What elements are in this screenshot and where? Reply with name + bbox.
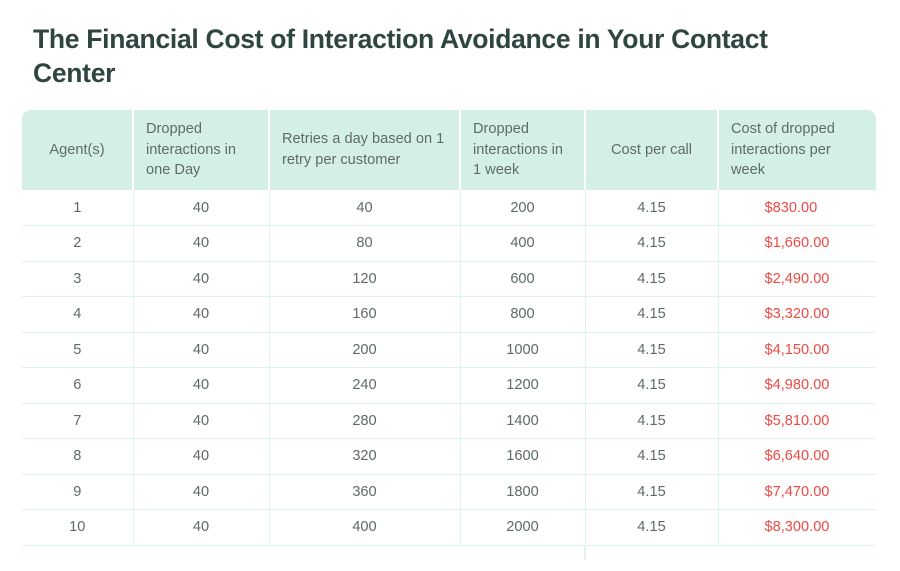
cell-retries-day: 160 <box>269 296 461 333</box>
cell-agents: 7 <box>22 403 134 439</box>
cell-retries-day: 80 <box>269 225 461 262</box>
cell-agents: 5 <box>22 332 134 368</box>
cell-cost-week: $4,980.00 <box>718 367 876 404</box>
cost-table: Agent(s) Dropped interactions in one Day… <box>22 110 876 546</box>
table-row: 3 40 120 600 4.15 $2,490.00 <box>22 261 876 297</box>
cell-cost-week: $2,490.00 <box>718 261 876 297</box>
cell-cost-week: $5,810.00 <box>718 403 876 439</box>
cell-retries-day: 400 <box>269 509 461 546</box>
cell-retries-day: 200 <box>269 332 461 368</box>
page-title: The Financial Cost of Interaction Avoida… <box>33 24 768 89</box>
cell-cost-week: $3,320.00 <box>718 296 876 333</box>
cell-retries-day: 120 <box>269 261 461 297</box>
cell-cost-per-call: 4.15 <box>585 225 719 262</box>
table-row: 4 40 160 800 4.15 $3,320.00 <box>22 296 876 333</box>
cell-cost-week: $1,660.00 <box>718 225 876 262</box>
column-header-agents: Agent(s) <box>22 110 134 190</box>
cell-retries-day: 280 <box>269 403 461 439</box>
column-header-cost-week: Cost of dropped interactions per week <box>718 110 876 190</box>
cell-agents: 2 <box>22 225 134 262</box>
column-header-cost-per-call: Cost per call <box>585 110 719 190</box>
cell-cost-per-call: 4.15 <box>585 190 719 226</box>
cell-dropped-day: 40 <box>133 190 270 226</box>
cell-cost-per-call: 4.15 <box>585 509 719 546</box>
column-header-dropped-day: Dropped interactions in one Day <box>133 110 270 190</box>
cell-dropped-week: 1000 <box>460 332 586 368</box>
cell-agents: 8 <box>22 438 134 475</box>
table-body: 1 40 40 200 4.15 $830.00 2 40 80 400 4.15 $1,660.00… <box>22 190 876 546</box>
column-header-agents-label: Agent(s) <box>49 141 105 158</box>
cell-retries-day: 360 <box>269 474 461 510</box>
cell-dropped-week: 1800 <box>460 474 586 510</box>
table-row: 7 40 280 1400 4.15 $5,810.00 <box>22 403 876 439</box>
cell-agents: 1 <box>22 190 134 226</box>
table-header: Agent(s) Dropped interactions in one Day… <box>22 110 876 190</box>
cell-cost-per-call: 4.15 <box>585 332 719 368</box>
column-header-dropped-week: Dropped interactions in 1 week <box>460 110 586 190</box>
cell-cost-per-call: 4.15 <box>585 474 719 510</box>
cell-dropped-week: 1400 <box>460 403 586 439</box>
cell-agents: 4 <box>22 296 134 333</box>
cell-dropped-week: 2000 <box>460 509 586 546</box>
cell-cost-per-call: 4.15 <box>585 296 719 333</box>
cell-cost-per-call: 4.15 <box>585 261 719 297</box>
column-header-cost-week-label: Cost of dropped interactions per week <box>731 120 835 179</box>
cell-dropped-week: 600 <box>460 261 586 297</box>
cell-cost-per-call: 4.15 <box>585 367 719 404</box>
cell-cost-per-call: 4.15 <box>585 438 719 475</box>
cell-agents: 6 <box>22 367 134 404</box>
cell-dropped-week: 200 <box>460 190 586 226</box>
cell-dropped-day: 40 <box>133 438 270 475</box>
table-row: 9 40 360 1800 4.15 $7,470.00 <box>22 474 876 510</box>
cell-dropped-week: 1600 <box>460 438 586 475</box>
cost-table-container: Agent(s) Dropped interactions in one Day… <box>22 110 876 546</box>
cell-dropped-day: 40 <box>133 367 270 404</box>
table-row: 10 40 400 2000 4.15 $8,300.00 <box>22 509 876 546</box>
cell-dropped-day: 40 <box>133 296 270 333</box>
cell-cost-week: $6,640.00 <box>718 438 876 475</box>
column-header-dropped-week-label: Dropped interactions in 1 week <box>473 120 564 179</box>
column-header-dropped-day-label: Dropped interactions in one Day <box>146 120 237 179</box>
cell-dropped-week: 400 <box>460 225 586 262</box>
column-header-retries-day: Retries a day based on 1 retry per custo… <box>269 110 461 190</box>
cell-retries-day: 240 <box>269 367 461 404</box>
table-row: 8 40 320 1600 4.15 $6,640.00 <box>22 438 876 475</box>
cell-dropped-day: 40 <box>133 403 270 439</box>
cell-cost-week: $4,150.00 <box>718 332 876 368</box>
table-row: 2 40 80 400 4.15 $1,660.00 <box>22 225 876 262</box>
infographic-page: The Financial Cost of Interaction Avoida… <box>0 0 900 571</box>
column-header-retries-day-label: Retries a day based on 1 retry per custo… <box>282 131 445 168</box>
cell-dropped-day: 40 <box>133 225 270 262</box>
cell-dropped-day: 40 <box>133 474 270 510</box>
table-row: 5 40 200 1000 4.15 $4,150.00 <box>22 332 876 368</box>
cell-agents: 3 <box>22 261 134 297</box>
table-row: 6 40 240 1200 4.15 $4,980.00 <box>22 367 876 404</box>
cell-dropped-day: 40 <box>133 332 270 368</box>
table-header-row: Agent(s) Dropped interactions in one Day… <box>22 110 876 190</box>
cell-dropped-day: 40 <box>133 261 270 297</box>
cell-cost-per-call: 4.15 <box>585 403 719 439</box>
cell-cost-week: $830.00 <box>718 190 876 226</box>
cell-dropped-week: 1200 <box>460 367 586 404</box>
column-header-cost-per-call-label: Cost per call <box>610 141 693 158</box>
cell-retries-day: 40 <box>269 190 461 226</box>
cell-retries-day: 320 <box>269 438 461 475</box>
cell-agents: 9 <box>22 474 134 510</box>
table-bottom-divider-stub <box>584 545 586 561</box>
cell-cost-week: $7,470.00 <box>718 474 876 510</box>
cell-dropped-day: 40 <box>133 509 270 546</box>
cell-cost-week: $8,300.00 <box>718 509 876 546</box>
table-row: 1 40 40 200 4.15 $830.00 <box>22 190 876 226</box>
cell-dropped-week: 800 <box>460 296 586 333</box>
cell-agents: 10 <box>22 509 134 546</box>
viewport-bottom-clip <box>0 560 900 571</box>
